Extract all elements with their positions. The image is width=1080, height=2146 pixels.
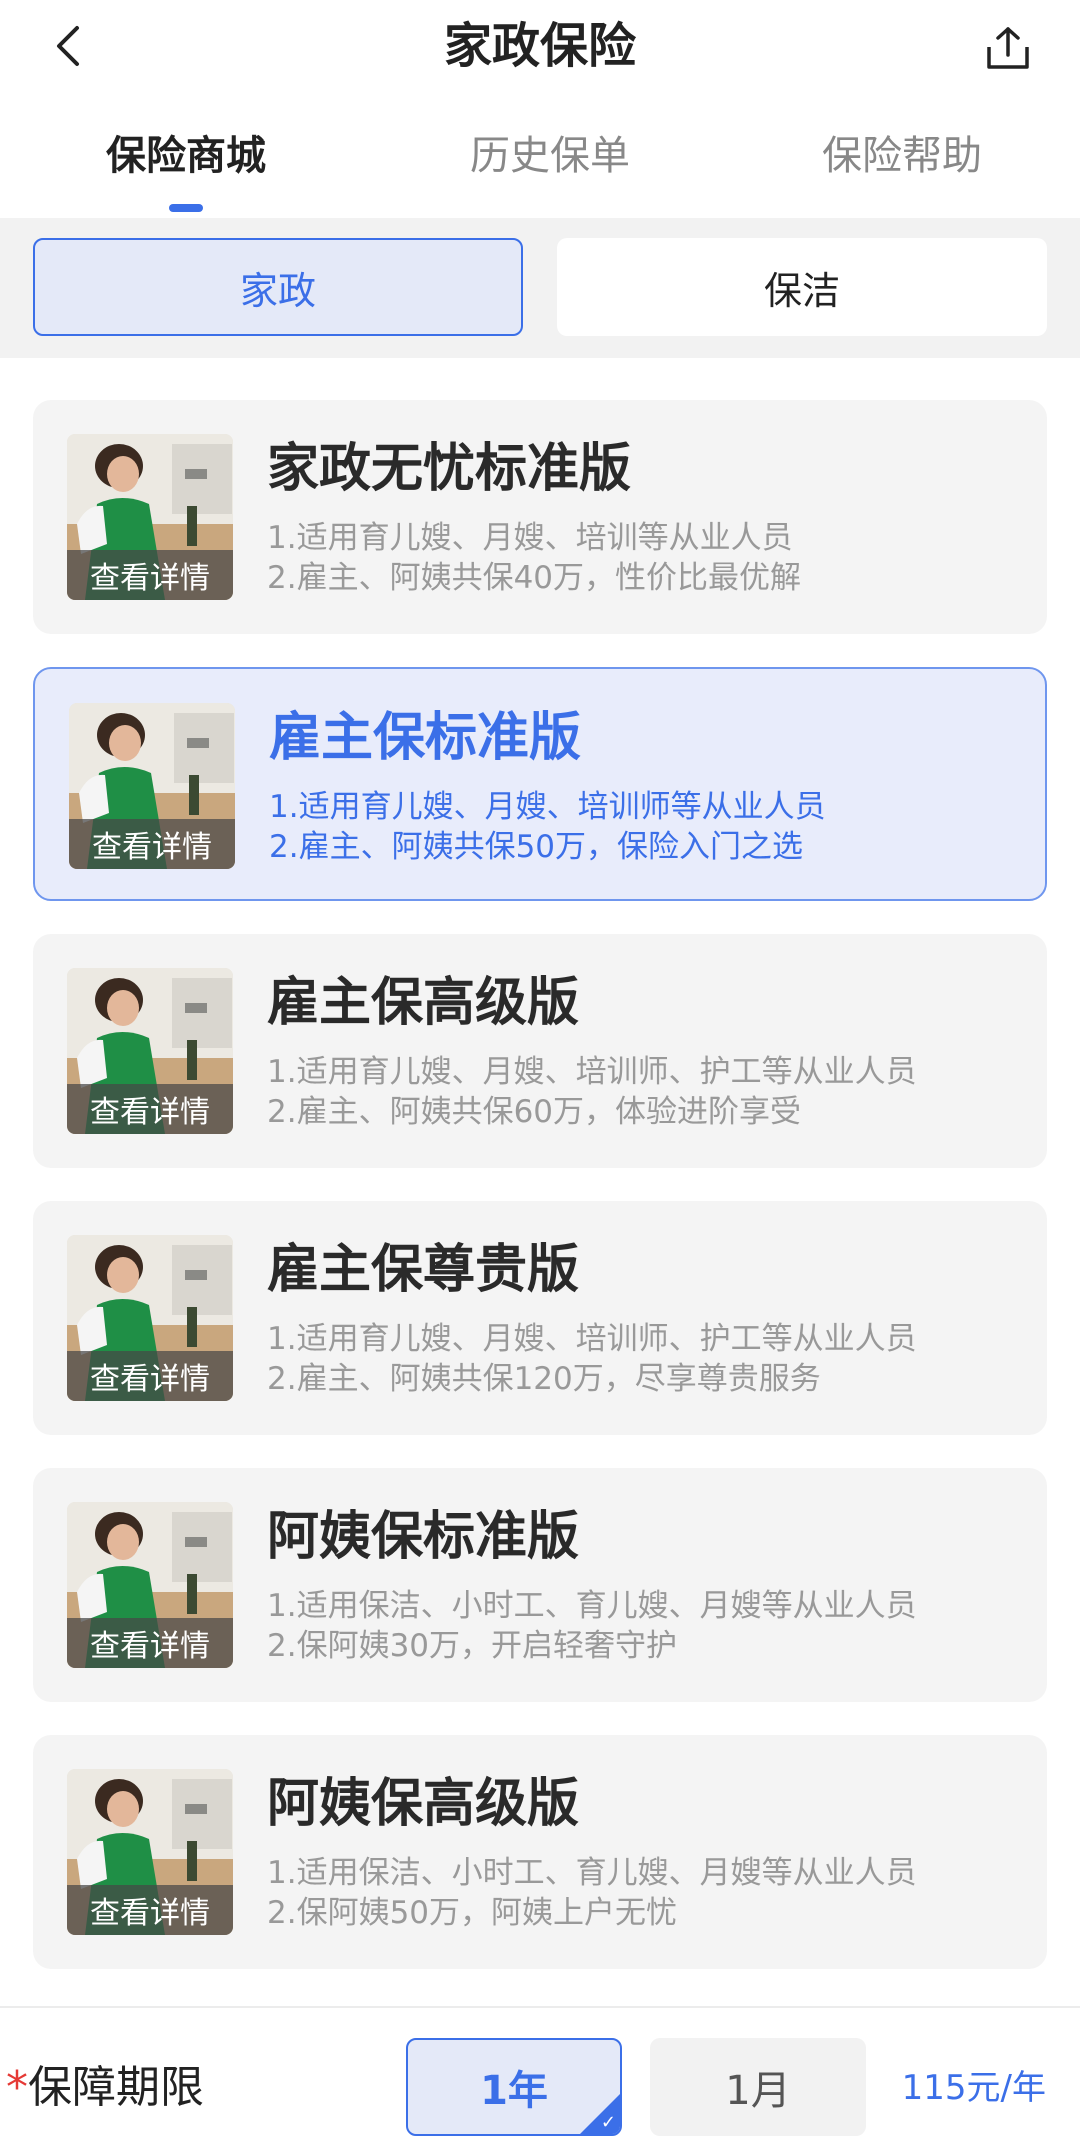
product-card[interactable]: 查看详情 阿姨保标准版 1.适用保洁、小时工、育儿嫂、月嫂等从业人员 2.保阿姨30万…	[33, 1468, 1047, 1702]
page-title: 家政保险	[443, 18, 636, 74]
product-thumbnail[interactable]: 查看详情	[67, 1502, 233, 1668]
product-title: 阿姨保标准版	[267, 1507, 580, 1567]
product-desc-line1: 1.适用育儿嫂、月嫂、培训师、护工等从业人员	[267, 1054, 917, 1090]
product-card[interactable]: 查看详情 家政无忧标准版 1.适用育儿嫂、月嫂、培训等从业人员 2.雇主、阿姨共保40…	[33, 400, 1047, 634]
view-details-label: 查看详情	[67, 1351, 233, 1401]
product-card[interactable]: 查看详情 雇主保高级版 1.适用育儿嫂、月嫂、培训师、护工等从业人员 2.雇主、阿姨共…	[33, 934, 1047, 1168]
product-desc-line1: 1.适用保洁、小时工、育儿嫂、月嫂等从业人员	[267, 1855, 917, 1891]
product-desc-line1: 1.适用育儿嫂、月嫂、培训师等从业人员	[269, 789, 826, 825]
product-thumbnail[interactable]: 查看详情	[67, 968, 233, 1134]
required-mark: *	[6, 2062, 28, 2113]
product-thumbnail[interactable]: 查看详情	[67, 434, 233, 600]
view-details-label: 查看详情	[67, 1618, 233, 1668]
product-card[interactable]: 查看详情 阿姨保高级版 1.适用保洁、小时工、育儿嫂、月嫂等从业人员 2.保阿姨50万…	[33, 1735, 1047, 1969]
nav-header: 家政保险	[0, 0, 1080, 92]
period-option-label: 1年	[480, 2068, 548, 2114]
share-icon	[987, 27, 1029, 69]
period-option-label: 1月	[725, 2068, 791, 2114]
product-desc-line2: 2.保阿姨30万，开启轻奢守护	[267, 1628, 678, 1664]
product-desc-line2: 2.雇主、阿姨共保120万，尽享尊贵服务	[267, 1361, 821, 1397]
checkmark-icon: ✓	[600, 2112, 616, 2133]
product-thumbnail[interactable]: 查看详情	[67, 1235, 233, 1401]
product-thumbnail[interactable]: 查看详情	[67, 1769, 233, 1935]
view-details-label: 查看详情	[67, 1885, 233, 1935]
product-desc-line1: 1.适用育儿嫂、月嫂、培训等从业人员	[267, 520, 793, 556]
product-desc-line2: 2.雇主、阿姨共保50万，保险入门之选	[269, 829, 804, 865]
product-card[interactable]: 查看详情 雇主保标准版 1.适用育儿嫂、月嫂、培训师等从业人员 2.雇主、阿姨共保50…	[33, 667, 1047, 901]
tab-bar: 保险商城 历史保单 保险帮助	[0, 100, 1080, 218]
product-thumbnail[interactable]: 查看详情	[69, 703, 235, 869]
view-details-label: 查看详情	[67, 550, 233, 600]
product-title: 雇主保高级版	[267, 973, 580, 1033]
product-desc-line2: 2.雇主、阿姨共保40万，性价比最优解	[267, 560, 802, 596]
coverage-period-text: 保障期限	[28, 2062, 204, 2113]
active-tab-indicator	[169, 204, 203, 212]
product-desc-line1: 1.适用育儿嫂、月嫂、培训师、护工等从业人员	[267, 1321, 917, 1357]
category-housekeeping-button[interactable]: 家政	[33, 238, 523, 336]
product-title: 阿姨保高级版	[267, 1774, 580, 1834]
category-bar: 家政 保洁	[0, 218, 1080, 358]
tab-insurance-help[interactable]: 保险帮助	[772, 128, 1032, 184]
coverage-period-bar: *保障期限 1年 ✓ 1月 115元/年	[0, 2006, 1080, 2146]
product-title: 家政无忧标准版	[267, 439, 632, 499]
view-details-label: 查看详情	[67, 1084, 233, 1134]
category-cleaning-button[interactable]: 保洁	[557, 238, 1047, 336]
product-desc-line1: 1.适用保洁、小时工、育儿嫂、月嫂等从业人员	[267, 1588, 917, 1624]
product-title: 雇主保尊贵版	[267, 1240, 580, 1300]
price-text: 115元/年	[901, 2068, 1046, 2108]
tab-insurance-mall[interactable]: 保险商城	[56, 128, 316, 184]
product-title: 雇主保标准版	[269, 708, 582, 768]
product-card[interactable]: 查看详情 雇主保尊贵版 1.适用育儿嫂、月嫂、培训师、护工等从业人员 2.雇主、阿姨共…	[33, 1201, 1047, 1435]
view-details-label: 查看详情	[69, 819, 235, 869]
product-desc-line2: 2.雇主、阿姨共保60万，体验进阶享受	[267, 1094, 802, 1130]
period-option-1-year[interactable]: 1年 ✓	[406, 2038, 622, 2136]
product-desc-line2: 2.保阿姨50万，阿姨上户无忧	[267, 1895, 678, 1931]
coverage-period-label: *保障期限	[6, 2060, 204, 2116]
share-button[interactable]	[980, 20, 1036, 76]
tab-history-policies[interactable]: 历史保单	[420, 128, 680, 184]
period-option-1-month[interactable]: 1月	[650, 2038, 866, 2136]
